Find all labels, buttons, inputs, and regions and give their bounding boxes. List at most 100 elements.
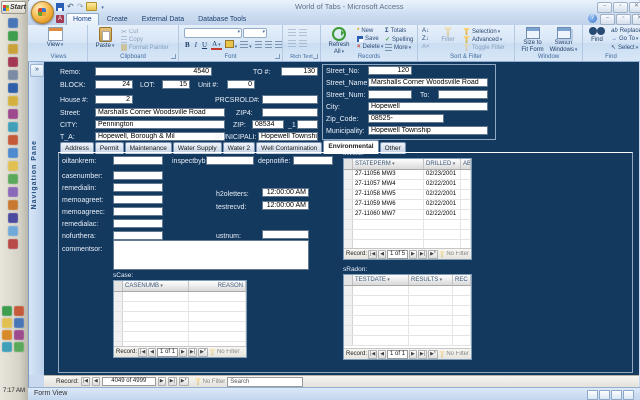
child-minimize-button[interactable]: –	[600, 14, 615, 25]
table-cell[interactable]	[461, 190, 471, 199]
align-left-button[interactable]	[255, 41, 262, 50]
table-cell[interactable]	[353, 296, 409, 305]
table-row[interactable]: 27-11057 MW402/22/2001	[344, 180, 471, 190]
table-cell[interactable]: 02/23/2001	[424, 170, 461, 179]
table-row[interactable]	[344, 230, 471, 240]
wells-record-position[interactable]: 1 of 5	[387, 250, 408, 259]
tray-icon[interactable]	[14, 330, 24, 340]
case-column-casenumb[interactable]: CASENUMB	[123, 281, 189, 291]
layout-view-button[interactable]	[611, 390, 622, 400]
wells-first-record-button[interactable]: |◀	[368, 250, 377, 259]
radon-filter-status[interactable]: No Filter	[439, 351, 469, 358]
numbering-icon[interactable]	[299, 29, 307, 36]
table-cell[interactable]: 02/22/2001	[424, 180, 461, 189]
font-color-button[interactable]: A	[211, 40, 222, 50]
underline-button[interactable]: U	[201, 41, 208, 49]
increase-indent-icon[interactable]	[299, 40, 307, 47]
quick-launch-icon[interactable]	[8, 57, 18, 67]
testrecvd-field[interactable]: 12:00:00 AM	[262, 201, 309, 210]
row-selector[interactable]	[344, 336, 353, 345]
table-cell[interactable]	[461, 230, 471, 239]
row-selector[interactable]	[344, 190, 353, 199]
table-cell[interactable]	[453, 326, 471, 335]
save-icon[interactable]	[56, 3, 64, 11]
remedialin-field[interactable]	[113, 183, 163, 192]
wells-filter-status[interactable]: No Filter	[439, 251, 469, 258]
sort-descending-button[interactable]: Z↓	[422, 36, 429, 42]
wells-select-all-corner[interactable]	[344, 159, 353, 169]
table-cell[interactable]: 27-11058 MW5	[353, 190, 424, 199]
tray-icon[interactable]	[2, 306, 12, 316]
wells-column-stateperm[interactable]: STATEPERM	[353, 159, 424, 169]
row-selector[interactable]	[344, 286, 353, 295]
tray-icon[interactable]	[2, 330, 12, 340]
minimize-button[interactable]: –	[597, 2, 612, 13]
quick-launch-icon[interactable]	[8, 18, 18, 28]
table-cell[interactable]	[123, 302, 189, 311]
radon-select-all-corner[interactable]	[344, 275, 353, 285]
table-cell[interactable]	[453, 336, 471, 345]
table-cell[interactable]	[424, 230, 461, 239]
sort-ascending-button[interactable]: A↓	[422, 28, 429, 34]
tray-icon[interactable]	[2, 318, 12, 328]
oiltankrem-field[interactable]	[113, 156, 163, 165]
save-record-button[interactable]: Save	[357, 36, 379, 42]
tray-icon[interactable]	[2, 342, 12, 352]
quick-launch-icon[interactable]	[8, 239, 18, 249]
underscore1-field[interactable]	[297, 120, 318, 129]
main-record-position[interactable]: 4049 of 4999	[102, 377, 156, 386]
table-cell[interactable]	[353, 306, 409, 315]
table-row[interactable]: 27-11059 MW602/22/2001	[344, 200, 471, 210]
select-button[interactable]: ↖ Select	[611, 44, 638, 51]
quick-launch-icon[interactable]	[8, 44, 18, 54]
italic-button[interactable]: I	[194, 41, 198, 49]
quick-launch-icon[interactable]	[8, 122, 18, 132]
table-row[interactable]	[114, 292, 246, 302]
navigation-pane-collapsed[interactable]	[29, 62, 45, 375]
cut-button[interactable]: ✂ Cut	[121, 28, 138, 36]
table-cell[interactable]: 02/22/2001	[424, 190, 461, 199]
table-cell[interactable]	[353, 230, 424, 239]
row-selector[interactable]	[344, 230, 353, 239]
tab-create[interactable]: Create	[101, 14, 134, 25]
case-column-reason[interactable]: REASON	[189, 281, 246, 291]
replace-button[interactable]: ab Replace	[611, 28, 640, 34]
open-folder-icon[interactable]	[86, 2, 97, 11]
prcsrold-field[interactable]	[262, 95, 318, 104]
table-cell[interactable]	[123, 332, 189, 341]
gridlines-button[interactable]	[240, 41, 252, 50]
close-button[interactable]: ✕	[629, 2, 640, 13]
row-selector[interactable]	[114, 332, 123, 341]
bold-button[interactable]: B	[184, 41, 191, 49]
zip4-field[interactable]	[262, 108, 318, 117]
table-cell[interactable]	[353, 336, 409, 345]
street-field[interactable]: Marshalls Corner Woodsville Road	[95, 108, 225, 117]
table-cell[interactable]: 27-11057 MW4	[353, 180, 424, 189]
quick-launch-icon[interactable]	[8, 174, 18, 184]
fill-color-button[interactable]	[225, 40, 238, 50]
table-cell[interactable]	[453, 286, 471, 295]
row-selector[interactable]	[114, 292, 123, 301]
block-field[interactable]: 24	[95, 80, 133, 89]
form-view-button[interactable]	[587, 390, 598, 400]
font-name-combo[interactable]	[184, 28, 242, 38]
lot-field[interactable]: 15	[162, 80, 190, 89]
table-cell[interactable]	[461, 180, 471, 189]
office-button[interactable]	[31, 1, 54, 24]
wells-last-record-button[interactable]: ▶|	[418, 250, 427, 259]
row-selector[interactable]	[344, 326, 353, 335]
quick-launch-icon[interactable]	[8, 161, 18, 171]
case-filter-status[interactable]: No Filter	[209, 349, 240, 356]
table-cell[interactable]: 27-11060 MW7	[353, 210, 424, 219]
zip-field[interactable]: 08534	[252, 120, 284, 129]
case-record-position[interactable]: 1 of 1	[157, 348, 178, 357]
table-cell[interactable]	[189, 332, 246, 341]
row-selector[interactable]	[344, 210, 353, 219]
new-button[interactable]: * New	[357, 28, 373, 34]
start-button[interactable]: Start	[1, 1, 26, 14]
quick-launch-icon[interactable]	[8, 187, 18, 197]
quick-launch-icon[interactable]	[8, 70, 18, 80]
delete-button[interactable]: × Delete	[357, 44, 383, 50]
filter-button[interactable]: Filter	[436, 27, 460, 44]
row-selector[interactable]	[344, 200, 353, 209]
